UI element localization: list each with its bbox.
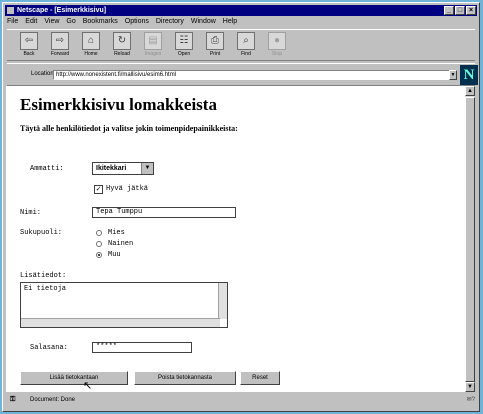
lisatiedot-text: Ei tietoja xyxy=(24,285,67,293)
toolbar-button-label: Forward xyxy=(50,51,70,57)
toolbar-print-button[interactable]: ⎙ Print xyxy=(201,32,229,59)
menu-window[interactable]: Window xyxy=(191,17,216,27)
delete-from-database-button[interactable]: Poista tietokannasta xyxy=(134,371,236,385)
scroll-thumb[interactable] xyxy=(465,97,475,382)
ammatti-selected-value: Ikitekkari xyxy=(96,165,127,172)
menu-options[interactable]: Options xyxy=(125,17,149,27)
location-bar: Location: http://www.nonexistent.fi/mall… xyxy=(7,63,478,86)
radio-mies[interactable] xyxy=(96,230,102,236)
images-icon: ▤ xyxy=(144,32,162,50)
toolbar-reload-button[interactable]: ↻ Reload xyxy=(108,32,136,59)
netscape-logo: N xyxy=(460,65,478,85)
status-bar: ⚿ Document: Done ✉? xyxy=(4,394,479,406)
toolbar-button-label: Home xyxy=(84,51,98,57)
add-to-database-button[interactable]: Lisää tietokantaan xyxy=(20,371,128,385)
menu-go[interactable]: Go xyxy=(66,17,75,27)
menu-edit[interactable]: Edit xyxy=(25,17,37,27)
toolbar-back-button[interactable]: ⇦ Back xyxy=(15,32,43,59)
page-vertical-scrollbar[interactable]: ▲ ▼ xyxy=(465,86,475,392)
forward-arrow-icon: ⇨ xyxy=(51,32,69,50)
lisatiedot-label: Lisätiedot: xyxy=(20,272,67,280)
toolbar-button-label: Find xyxy=(241,51,251,57)
location-dropdown-button[interactable]: ▼ xyxy=(449,70,457,80)
app-icon xyxy=(7,7,14,14)
radio-muu-label: Muu xyxy=(108,251,121,259)
find-icon: ⌕ xyxy=(237,32,255,50)
toolbar: ⇦ Back ⇨ Forward ⌂ Home ↻ Reload ▤ Images ☷ Open ⎙ Pr… xyxy=(7,29,475,61)
toolbar-button-label: Stop xyxy=(271,51,283,57)
menu-bookmarks[interactable]: Bookmarks xyxy=(83,17,118,27)
radio-mies-label: Mies xyxy=(108,229,125,237)
menu-help[interactable]: Help xyxy=(223,17,237,27)
textarea-horizontal-scrollbar[interactable] xyxy=(21,318,220,327)
toolbar-button-label: Print xyxy=(209,51,221,57)
checkbox-label: Hyvä jätkä xyxy=(106,185,149,193)
toolbar-button-label: Open xyxy=(177,51,191,57)
toolbar-button-label: Back xyxy=(23,51,35,57)
home-icon: ⌂ xyxy=(82,32,100,50)
close-button[interactable]: × xyxy=(466,6,476,15)
salasana-label: Salasana: xyxy=(30,344,68,352)
lisatiedot-textarea[interactable]: Ei tietoja xyxy=(20,282,228,328)
toolbar-images-button[interactable]: ▤ Images xyxy=(139,32,167,59)
open-icon: ☷ xyxy=(175,32,193,50)
nimi-input[interactable]: Tepa Tumppu xyxy=(92,207,236,218)
toolbar-find-button[interactable]: ⌕ Find xyxy=(232,32,260,59)
ammatti-label: Ammatti: xyxy=(30,165,64,173)
nimi-label: Nimi: xyxy=(20,209,42,217)
menu-file[interactable]: File xyxy=(7,17,18,27)
menu-directory[interactable]: Directory xyxy=(156,17,184,27)
page-content: Esimerkkisivu lomakkeista Täytä alle hen… xyxy=(6,86,465,392)
mail-icon[interactable]: ✉? xyxy=(467,394,475,406)
scroll-down-arrow-icon[interactable]: ▼ xyxy=(465,382,475,392)
location-label: Location: xyxy=(31,71,56,77)
maximize-button[interactable]: □ xyxy=(455,6,465,15)
page-subtitle: Täytä alle henkilötiedot ja valitse joki… xyxy=(20,124,238,133)
print-icon: ⎙ xyxy=(206,32,224,50)
title-bar: Netscape - [Esimerkkisivu] _ □ × xyxy=(5,5,477,16)
sukupuoli-label: Sukupuoli: xyxy=(20,229,63,237)
window-title: Netscape - [Esimerkkisivu] xyxy=(17,7,107,14)
mouse-cursor-icon: ↖ xyxy=(83,379,93,392)
back-arrow-icon: ⇦ xyxy=(20,32,38,50)
stop-icon: ● xyxy=(268,32,286,50)
radio-muu[interactable] xyxy=(96,252,102,258)
page-heading: Esimerkkisivu lomakkeista xyxy=(20,95,217,114)
menu-bar: File Edit View Go Bookmarks Options Dire… xyxy=(7,17,475,27)
chevron-down-icon[interactable]: ▼ xyxy=(141,163,153,174)
location-input[interactable]: http://www.nonexistent.fi/mallisivu/esim… xyxy=(53,70,453,80)
radio-nainen[interactable] xyxy=(96,241,102,247)
radio-nainen-label: Nainen xyxy=(108,240,134,248)
reload-icon: ↻ xyxy=(113,32,131,50)
salasana-input[interactable]: ***** xyxy=(92,342,192,353)
menu-view[interactable]: View xyxy=(44,17,59,27)
textarea-vertical-scrollbar[interactable] xyxy=(218,283,227,319)
minimize-button[interactable]: _ xyxy=(444,6,454,15)
scroll-up-arrow-icon[interactable]: ▲ xyxy=(465,86,475,96)
toolbar-button-label: Images xyxy=(144,51,162,57)
security-key-icon: ⚿ xyxy=(10,396,16,403)
toolbar-stop-button[interactable]: ● Stop xyxy=(263,32,291,59)
status-text: Document: Done xyxy=(30,397,76,403)
hyva-jatka-checkbox[interactable]: ✓ xyxy=(94,185,103,194)
reset-button[interactable]: Reset xyxy=(240,371,280,385)
toolbar-open-button[interactable]: ☷ Open xyxy=(170,32,198,59)
toolbar-button-label: Reload xyxy=(114,51,130,57)
toolbar-home-button[interactable]: ⌂ Home xyxy=(77,32,105,59)
ammatti-select[interactable]: Ikitekkari ▼ xyxy=(92,162,154,175)
toolbar-forward-button[interactable]: ⇨ Forward xyxy=(46,32,74,59)
